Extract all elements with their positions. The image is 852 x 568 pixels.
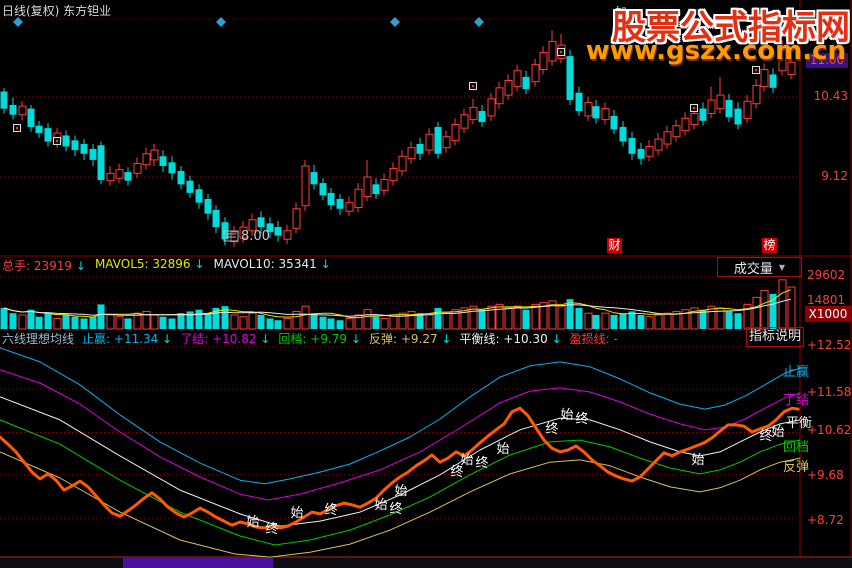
pingheng-label: 平衡线: xyxy=(459,332,500,346)
chart-canvas: 始终始终始终始终始 终始终始 终始终始 xyxy=(0,0,852,568)
ind-tick-0: +12.52 xyxy=(807,338,852,352)
finance-badge[interactable]: 财 xyxy=(607,238,622,253)
line-label-zhiying: 止赢 xyxy=(783,365,810,380)
volume-header-row: 总手: 23919 ↓ MAVOL5: 32896 ↓ MAVOL10: 353… xyxy=(2,257,331,274)
indicator-help-button[interactable]: 指标说明 xyxy=(746,327,804,347)
svg-text:始: 始 xyxy=(691,453,704,468)
line-label-huidang: 回档 xyxy=(783,440,810,455)
indicator-header-row: 六线理想均线 止赢: +11.34 ↓ 了结: +10.82 ↓ 回档: +9.… xyxy=(2,330,618,347)
svg-text:始: 始 xyxy=(560,408,573,423)
chevron-down-icon: ▼ xyxy=(778,262,786,272)
volume-pane-selector[interactable]: 成交量 ▼ xyxy=(717,257,802,277)
zongshou-value: 23919 xyxy=(33,259,73,273)
liaojie-value: +10.82 xyxy=(212,332,257,346)
svg-text:终: 终 xyxy=(545,421,558,437)
down-arrow-icon: ↓ xyxy=(320,257,331,271)
ind-tick-1: +11.58 xyxy=(807,385,852,399)
low-price-tag: 8.00 xyxy=(241,229,270,244)
app-window: 始终始终始终始终始终始终始终始终始 日线(复权) 东方钽业 加 11.00 10… xyxy=(0,0,852,568)
scrollbar-thumb[interactable] xyxy=(123,558,273,568)
down-arrow-icon: ↓ xyxy=(75,259,86,273)
mavol5-label: MAVOL5: xyxy=(94,257,149,271)
svg-text:始: 始 xyxy=(290,506,303,521)
volume-tick-top: 29602 xyxy=(807,268,846,282)
svg-text:终: 终 xyxy=(389,501,402,517)
svg-text:始: 始 xyxy=(374,498,387,513)
svg-text:始: 始 xyxy=(246,515,259,530)
mavol5-value: 32896 xyxy=(152,257,191,271)
svg-text:始: 始 xyxy=(496,442,509,457)
down-arrow-icon: ↓ xyxy=(162,332,173,346)
pingheng-value: +10.30 xyxy=(503,332,548,346)
ind-tick-3: +9.68 xyxy=(807,468,844,482)
svg-text:终: 终 xyxy=(265,521,278,537)
ind-tick-4: +8.72 xyxy=(807,513,844,527)
down-arrow-icon: ↓ xyxy=(350,332,361,346)
ind-tick-2: +10.62 xyxy=(807,423,852,437)
down-arrow-icon: ↓ xyxy=(194,257,205,271)
zongshou-label: 总手: xyxy=(2,259,31,273)
mavol10-label: MAVOL10: xyxy=(213,257,275,271)
svg-text:终: 终 xyxy=(475,455,488,471)
zhiying-label: 止赢: xyxy=(82,332,111,346)
svg-text:始: 始 xyxy=(394,484,407,499)
line-label-liaojie: 了结 xyxy=(783,393,810,408)
svg-text:终: 终 xyxy=(575,411,588,427)
rank-badge[interactable]: 榜 xyxy=(762,238,777,253)
down-arrow-icon: ↓ xyxy=(551,332,562,346)
yingsun-label: 盈损线: xyxy=(569,332,610,346)
volume-pane-label: 成交量 xyxy=(733,261,773,277)
huidang-label: 回档: xyxy=(278,332,307,346)
line-label-pingheng: 平衡 xyxy=(786,416,813,431)
svg-text:始: 始 xyxy=(460,453,473,468)
mavol10-value: 35341 xyxy=(278,257,317,271)
price-tick-1043: 10.43 xyxy=(813,89,848,103)
add-favorite-label[interactable]: 加 xyxy=(615,3,627,20)
fantan-label: 反弹: xyxy=(368,332,397,346)
down-arrow-icon: ↓ xyxy=(441,332,452,346)
volume-unit-badge: X1000 xyxy=(805,306,851,322)
svg-text:终: 终 xyxy=(324,502,337,518)
line-label-fantan: 反弹 xyxy=(783,460,810,475)
volume-tick-mid: 14801 xyxy=(807,293,846,307)
indicator-name: 六线理想均线 xyxy=(2,332,75,346)
current-price-badge: 11.00 xyxy=(806,53,848,68)
liaojie-label: 了结: xyxy=(180,332,209,346)
fantan-value: +9.27 xyxy=(400,332,438,346)
huidang-value: +9.79 xyxy=(310,332,348,346)
down-arrow-icon: ↓ xyxy=(260,332,271,346)
zhiying-value: +11.34 xyxy=(113,332,159,346)
chart-title: 日线(复权) 东方钽业 xyxy=(2,4,112,18)
price-tick-912: 9.12 xyxy=(821,169,848,183)
yingsun-value: - xyxy=(613,332,618,346)
